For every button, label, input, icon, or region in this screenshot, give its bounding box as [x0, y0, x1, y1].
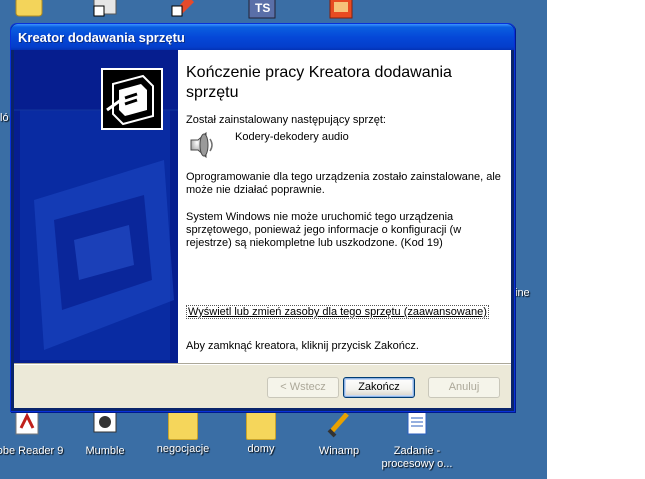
error-paragraph: System Windows nie może uruchomić tego u… [186, 211, 462, 249]
wizard-client-area: Kończenie pracy Kreatora dodawania sprzę… [14, 50, 511, 408]
wizard-window: Kreator dodawania sprzętu Kończenie prac… [10, 23, 515, 412]
speaker-icon [190, 131, 213, 159]
desktop-icon-label: dobe Reader 9 [0, 445, 64, 457]
desktop-icon-adobe-reader[interactable]: dobe Reader 9 [0, 409, 67, 458]
wizard-heading: Kończenie pracy Kreatora dodawania sprzę… [186, 64, 452, 101]
desktop-icon-label: Winamp [318, 445, 360, 457]
window-title: Kreator dodawania sprzętu [18, 30, 185, 45]
desktop-icon-top-3[interactable] [168, 0, 198, 20]
desktop-icon-label: domy [247, 443, 275, 455]
back-button[interactable]: < Wstecz [267, 377, 339, 398]
desktop-edge-text-right: ine [515, 287, 530, 299]
svg-text:TS: TS [255, 1, 270, 15]
hardware-wizard-icon [101, 68, 163, 130]
finish-button[interactable]: Zakończ [343, 377, 415, 398]
adobe-reader-icon [15, 409, 39, 435]
mumble-icon [93, 411, 117, 433]
desktop-icon-mumble[interactable]: Mumble [65, 410, 145, 458]
desktop-icon-label: Mumble [85, 445, 125, 457]
wizard-content: Kończenie pracy Kreatora dodawania sprzę… [178, 50, 511, 363]
cancel-button[interactable]: Anuluj [428, 377, 500, 398]
desktop-icon-top-5[interactable] [326, 0, 356, 22]
device-name: Kodery-dekodery audio [235, 131, 349, 143]
desktop-icon-zadanie[interactable]: Zadanie - procesowy o... [377, 410, 457, 471]
desktop-icon-domy[interactable]: domy [221, 410, 301, 456]
desktop-icon-label: Zadanie - procesowy o... [381, 445, 453, 470]
view-resources-link[interactable]: Wyświetl lub zmień zasoby dla tego sprzę… [186, 305, 489, 319]
desktop-icon-top-2[interactable] [90, 0, 120, 20]
folder-icon [246, 410, 276, 440]
button-separator [14, 363, 511, 365]
desktop-icon-top-4[interactable]: TS [247, 0, 277, 22]
status-paragraph: Oprogramowanie dla tego urządzenia zosta… [186, 171, 501, 196]
desktop-icon-negocjacje[interactable]: negocjacje [143, 410, 223, 456]
desktop-icon-label: negocjacje [156, 443, 210, 455]
title-bar[interactable]: Kreator dodawania sprzętu [11, 24, 514, 50]
desktop-icon-top-1[interactable] [14, 0, 44, 20]
installed-intro: Został zainstalowany następujący sprzęt: [186, 114, 386, 126]
document-icon [407, 411, 427, 435]
winamp-icon [327, 412, 349, 438]
desktop-edge-text-left: ló [0, 112, 9, 124]
desktop-icon-winamp[interactable]: Winamp [299, 410, 379, 458]
close-hint: Aby zamknąć kreatora, kliknij przycisk Z… [186, 340, 419, 352]
wizard-watermark-panel [14, 50, 178, 363]
folder-icon [168, 410, 198, 440]
